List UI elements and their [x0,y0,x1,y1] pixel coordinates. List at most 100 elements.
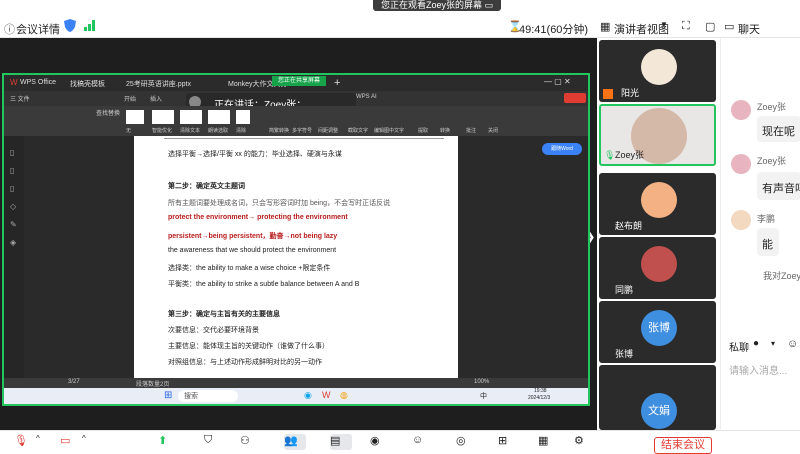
camera-off-icon[interactable]: ▭ [60,434,76,450]
security-icon[interactable]: ⛉ [204,434,220,450]
info-icon[interactable]: ⓘ [4,21,15,37]
mic-muted-icon[interactable]: 🎙 [14,434,30,450]
windows-start-icon[interactable]: ⊞ [164,390,172,401]
style-preset-smart[interactable] [152,110,174,124]
doc-heading: 第三步：确定与主旨有关的主要信息 [168,311,280,318]
chat-icon[interactable]: ▤ [330,434,352,450]
chat-sender: 李鹏 [757,214,776,224]
layers-icon[interactable]: ◈ [10,238,16,247]
zoom-level[interactable]: 100% [474,379,489,385]
menu-insert[interactable]: 插入 [150,94,162,103]
doc-line-red: protect the environment→ protecting the … [168,214,348,221]
record-icon[interactable]: ◉ [370,434,386,450]
taskbar-search-label: 搜索 [184,393,198,400]
participant-name: 赵布朗 [615,221,643,231]
edit-icon[interactable]: ✎ [10,220,17,229]
end-meeting-button[interactable]: 结束会议 [654,437,712,454]
taskbar-search[interactable]: 搜索 [178,390,238,402]
signal-icon[interactable] [84,20,96,31]
participant-tile[interactable]: 同鹏 [599,237,716,299]
tab-wps-office[interactable]: WPS Office [20,79,56,86]
participant-tile[interactable]: 张博 张博 [599,301,716,363]
style-preset-read[interactable] [208,110,230,124]
add-tab-icon[interactable]: + [334,77,340,89]
style-preset-clean[interactable] [236,110,250,124]
invite-icon[interactable]: ⚇ [240,434,256,450]
chat-system-note: 我对Zoey [763,271,800,281]
wps-tab-bar: W WPS Office 找稿壳模板 25考研英语讲座.pptx Monkey大… [4,75,588,91]
wps-ai-label[interactable]: WPS AI [356,94,377,100]
window-controls[interactable]: — ▢ ✕ [544,77,571,86]
chat-input[interactable]: 请输入消息... [729,362,787,377]
participant-tile[interactable]: 文娟 [599,365,716,430]
menu-start[interactable]: 开始 [124,94,136,103]
grid-icon: ▦ [600,21,611,33]
doc-line: 次要信息：交代必要环境背景 [168,327,259,334]
chat-text: 现在呢 [762,126,795,138]
share-screen-icon[interactable]: ⬆ [158,434,174,450]
chat-tab[interactable]: 聊天 [738,21,760,37]
ribbon-label-spacing[interactable]: 间距调整 [318,127,338,134]
ribbon-label-comment[interactable]: 批注 [466,127,476,134]
participant-name: 张博 [615,349,634,359]
ribbon-label-multichar[interactable]: 多字符号 [292,127,312,134]
tag-icon[interactable]: ◇ [10,202,16,211]
settings-gear-icon[interactable]: ⚙ [574,434,590,450]
chat-panel: Zoey张 现在呢 Zoey张 有声音吗 李鹏 能 我对Zoey 私聊 ● ▾ … [720,38,800,430]
security-shield-icon[interactable] [64,19,76,32]
chevron-down-icon[interactable]: ▾ [771,339,775,348]
menu-file[interactable]: 三 文件 [10,94,30,103]
fullscreen-icon[interactable]: ⛶ [682,20,690,33]
chat-bubble: 现在呢 [757,116,800,142]
chat-sender: Zoey张 [757,156,787,166]
nav-icon[interactable]: ▯ [10,148,14,157]
share-button[interactable] [564,93,586,103]
participant-tile-active[interactable]: Zoey张 🎙 [599,104,716,166]
ribbon-label-extract[interactable]: 提取 [418,127,428,134]
ribbon-label-close[interactable]: 关闭 [488,127,498,134]
participant-name: Zoey张 [615,150,645,160]
ribbon-label-transform[interactable]: 转换 [440,127,450,134]
find-replace-button[interactable]: 查找替换 [96,108,120,117]
chevron-up-icon[interactable]: ^ [36,434,52,450]
chevron-up-icon[interactable]: ^ [82,434,98,450]
scrollbar[interactable] [588,175,590,215]
assistant-icon[interactable]: ◎ [456,434,472,450]
page-indicator[interactable]: 3/27 [68,379,80,385]
reaction-icon[interactable]: ☺ [412,434,428,450]
meeting-timer: 49:41(60分钟) [519,24,589,36]
chrome-icon[interactable]: ◍ [340,390,348,401]
participants-icon[interactable]: 👥 [284,434,306,450]
apps-icon[interactable]: ▦ [538,434,554,450]
ribbon-label-capture[interactable]: 截取文字 [348,127,368,134]
window-icon[interactable]: ▢ [705,20,715,33]
clock-date: 2024/12/3 [528,395,551,401]
ime-indicator[interactable]: 中 [480,391,487,401]
avatar [641,182,677,218]
emoji-icon[interactable]: ☺ [787,338,798,350]
wps-logo-icon: W [10,78,18,87]
ribbon-label-convert[interactable]: 简繁转换 [269,127,289,134]
chat-icon[interactable]: ▭ [724,20,734,33]
wps-icon[interactable]: W [322,390,331,400]
comment-icon[interactable]: ▯ [10,184,14,193]
tab-pptx[interactable]: 25考研英语讲座.pptx [126,79,191,89]
style-preset-none[interactable] [126,110,144,124]
edge-icon[interactable]: ◉ [304,390,312,401]
avatar-initials: 文娟 [641,393,677,429]
chevron-down-icon[interactable]: ▼ [660,20,668,29]
meeting-details-link[interactable]: 会议详情 [16,21,60,37]
doc-line: 选择类：the ability to make a wise choice +限… [168,265,331,272]
private-chat-label[interactable]: 私聊 [729,339,749,354]
breakout-icon[interactable]: ⊞ [498,434,514,450]
bookmark-icon[interactable]: ▯ [10,166,14,175]
participant-tile[interactable]: 阳光 [599,40,716,102]
ribbon-label-edit-image-text[interactable]: 编辑图中文字 [374,127,404,134]
style-preset-clear[interactable] [180,110,202,124]
doc-line: 主要信息：能体现主旨的关键动作（谁做了什么事） [168,343,329,350]
chat-bubble: 能 [757,228,779,256]
follow-button[interactable]: 跟随Word [542,143,582,155]
recipient-avatar[interactable]: ● [753,338,759,349]
participant-tile[interactable]: 赵布朗 [599,173,716,235]
tab-template[interactable]: 找稿壳模板 [70,79,105,89]
